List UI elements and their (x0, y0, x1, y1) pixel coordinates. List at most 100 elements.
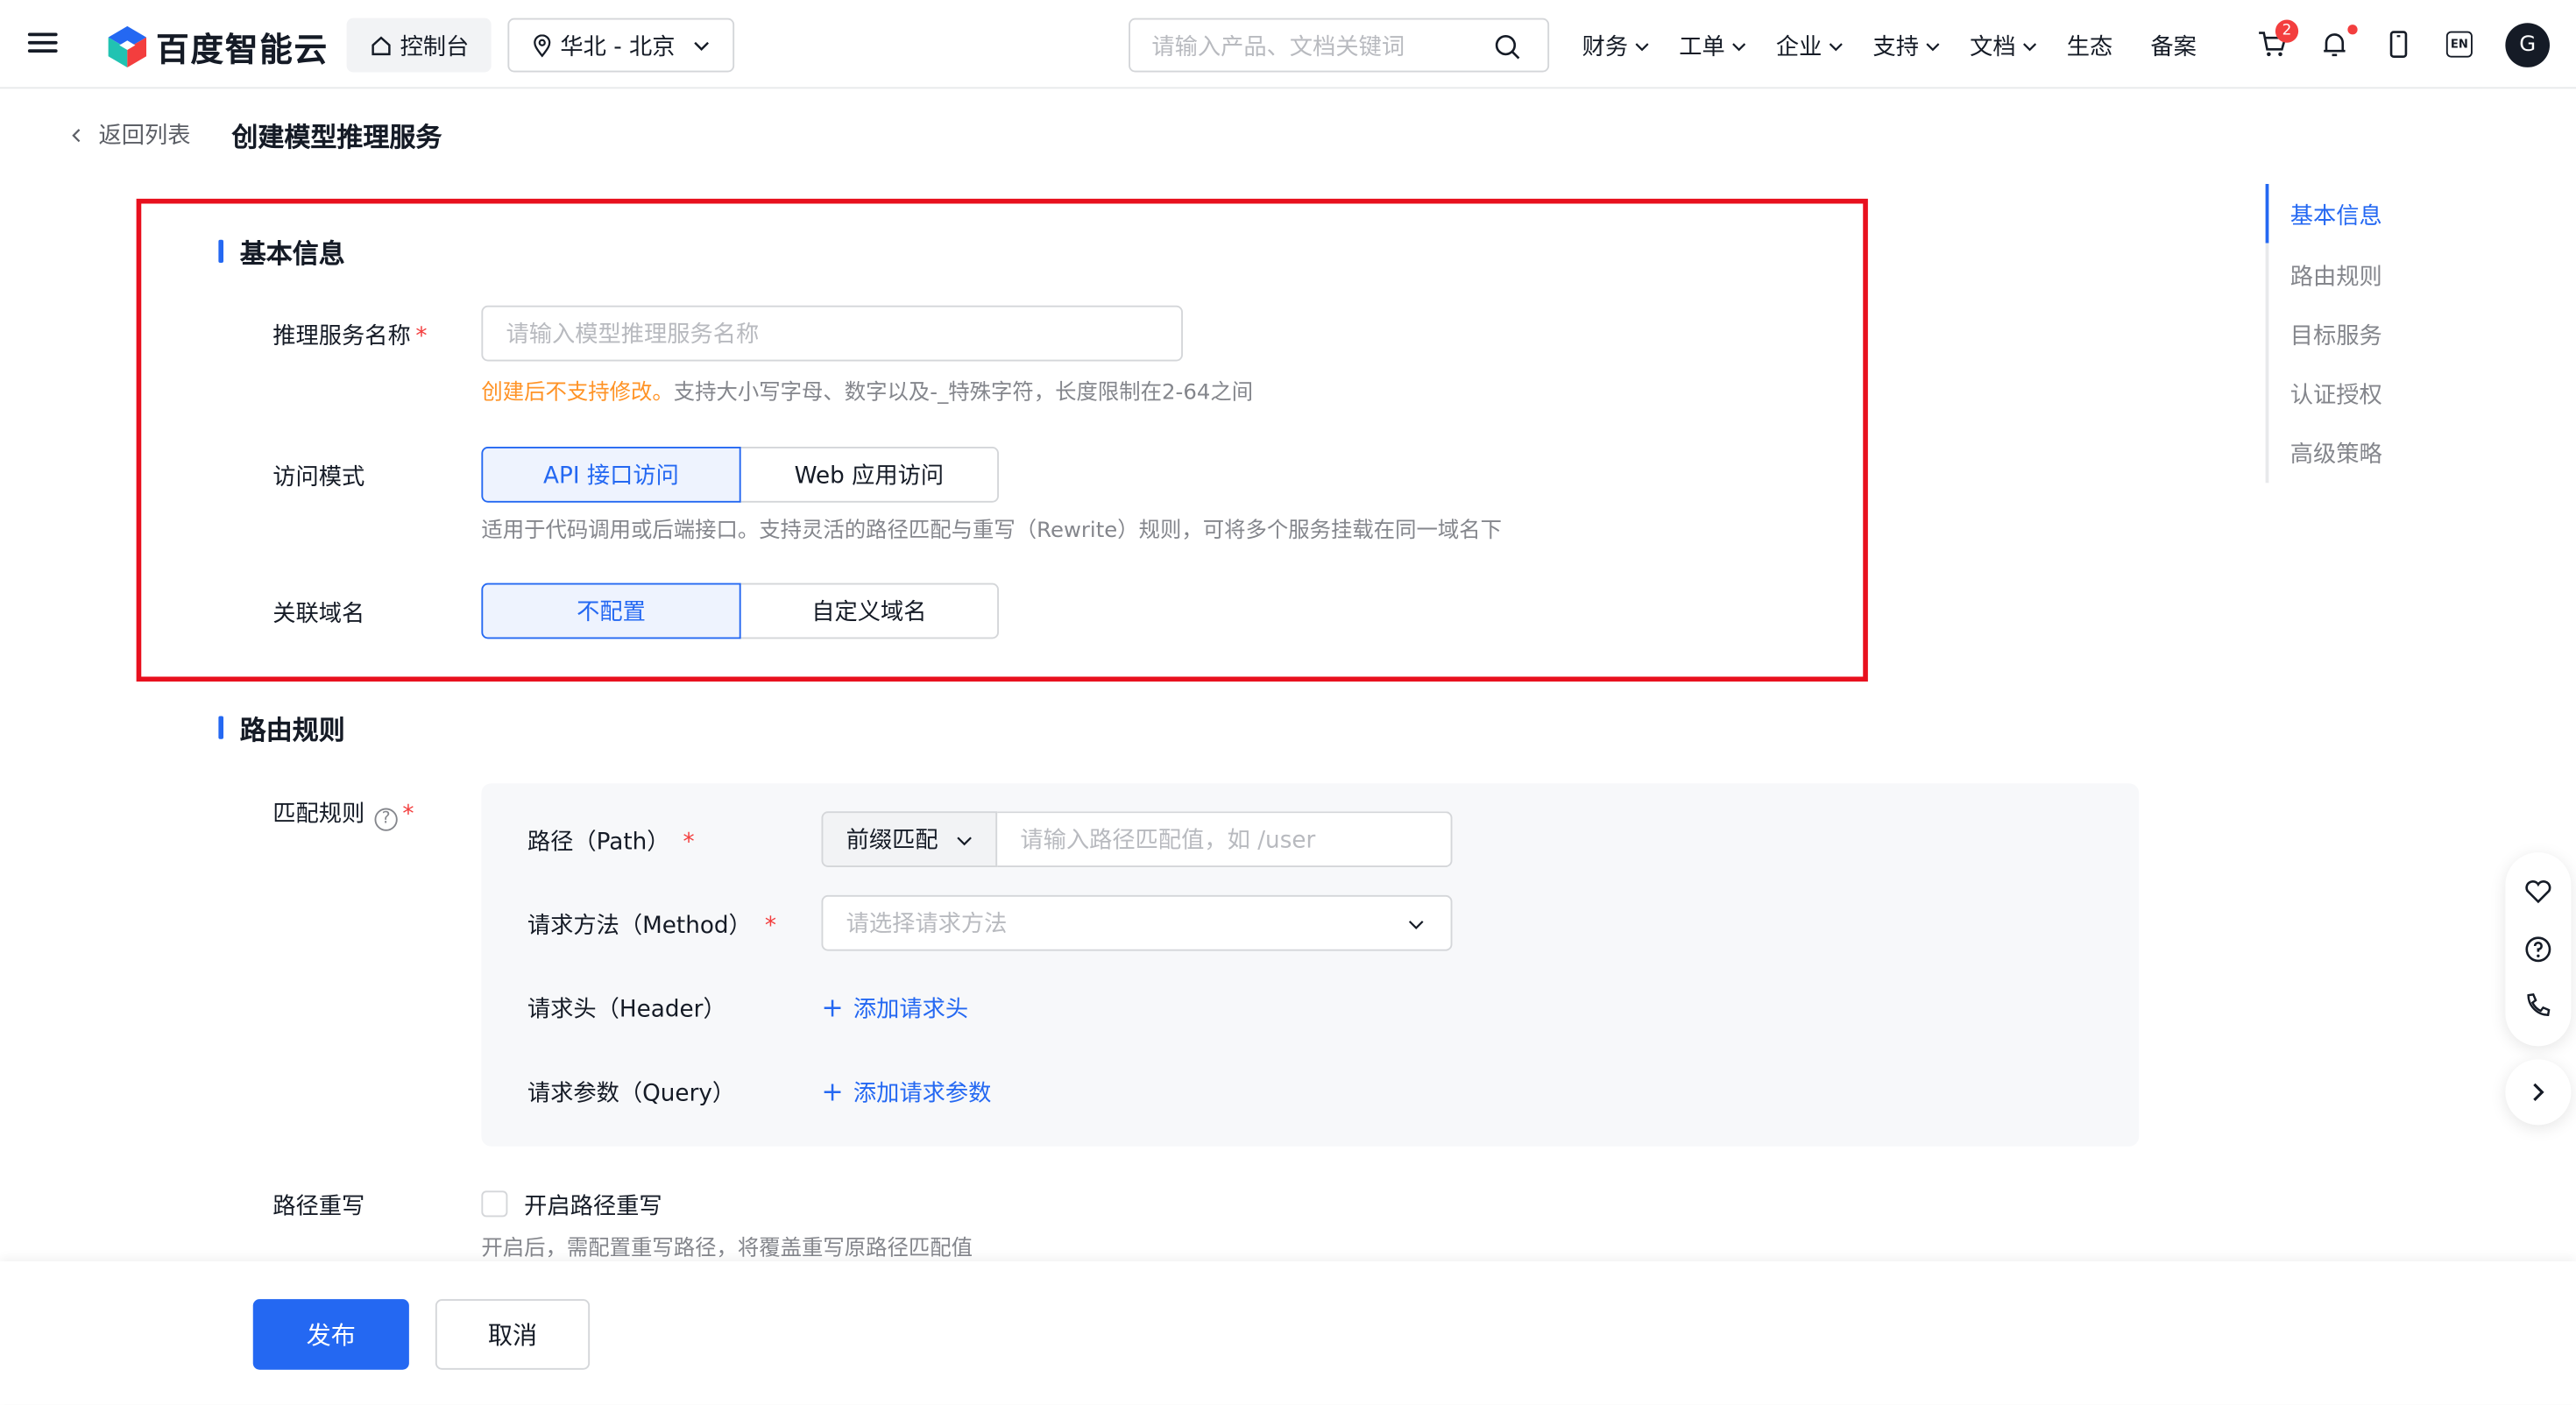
section-bar (218, 239, 223, 263)
nav-label: 财务 (1582, 34, 1629, 61)
cancel-button[interactable]: 取消 (435, 1299, 591, 1370)
section-title-text: 基本信息 (239, 237, 345, 270)
language-switch-icon[interactable]: EN (2445, 31, 2473, 58)
header-label: 请求头（Header） (527, 997, 726, 1024)
access-option-api[interactable]: API 接口访问 (481, 447, 741, 503)
location-pin-icon (534, 33, 551, 57)
expand-float-button[interactable] (2505, 1059, 2572, 1126)
anchor-auth[interactable]: 认证授权 (2290, 378, 2382, 411)
nav-ticket[interactable]: 工单 (1679, 30, 1746, 63)
chevron-down-icon (694, 41, 709, 51)
add-header-button[interactable]: + 添加请求头 (822, 992, 969, 1026)
nav-label: 工单 (1679, 34, 1725, 61)
publish-button[interactable]: 发布 (252, 1299, 409, 1370)
domain-option-none[interactable]: 不配置 (481, 582, 741, 639)
add-query-label: 添加请求参数 (853, 1080, 992, 1107)
access-option-web[interactable]: Web 应用访问 (739, 447, 999, 503)
console-button[interactable]: 控制台 (346, 18, 492, 73)
required-mark: * (415, 323, 428, 350)
add-header-label: 添加请求头 (853, 997, 969, 1024)
match-rule-label: 匹配规则? * (272, 796, 414, 831)
chevron-down-icon (1829, 42, 1843, 51)
path-value-placeholder: 请输入路径匹配值，如 /user (1020, 828, 1316, 854)
method-label: 请求方法（Method） * (527, 908, 776, 942)
highlight-box (136, 198, 1868, 682)
chevron-down-icon (1732, 42, 1746, 51)
service-name-hint: 创建后不支持修改。支持大小写字母、数字以及-_特殊字符，长度限制在2-64之间 (481, 375, 1253, 406)
page-title: 创建模型推理服务 (231, 121, 442, 153)
method-placeholder: 请选择请求方法 (846, 911, 1008, 938)
method-select[interactable]: 请选择请求方法 (821, 894, 1453, 951)
baidu-cloud-logo-icon (108, 25, 147, 67)
search-icon[interactable] (1493, 33, 1521, 61)
nav-support[interactable]: 支持 (1873, 30, 1941, 63)
required-mark: * (402, 801, 414, 828)
hamburger-menu-icon[interactable] (26, 28, 60, 61)
rewrite-label: 路径重写 (272, 1194, 365, 1221)
nav-filing[interactable]: 备案 (2150, 30, 2197, 63)
service-name-hint-text: 支持大小写字母、数字以及-_特殊字符，长度限制在2-64之间 (673, 381, 1254, 406)
floating-toolbar (2505, 852, 2572, 1047)
back-to-list-link[interactable]: 返回列表 (69, 118, 191, 152)
path-label: 路径（Path） * (527, 824, 695, 858)
chevron-down-icon (2023, 42, 2037, 51)
back-label: 返回列表 (98, 123, 191, 150)
chevron-down-icon (1408, 921, 1424, 929)
chevron-left-icon (72, 128, 81, 142)
mobile-icon[interactable] (2384, 30, 2414, 60)
nav-label: 企业 (1775, 34, 1822, 61)
rewrite-checkbox-label[interactable]: 开启路径重写 (524, 1190, 662, 1223)
notification-dot (2347, 25, 2358, 35)
access-mode-hint: 适用于代码调用或后端接口。支持灵活的路径匹配与重写（Rewrite）规则，可将多… (481, 519, 1503, 544)
heart-icon[interactable] (2523, 877, 2553, 907)
path-label-text: 路径（Path） (527, 829, 670, 856)
path-value-input[interactable]: 请输入路径匹配值，如 /user (997, 811, 1453, 867)
path-match-type-value: 前缀匹配 (846, 828, 938, 854)
console-label: 控制台 (400, 33, 470, 60)
service-name-input[interactable]: 请输入模型推理服务名称 (481, 305, 1183, 362)
domain-segmented: 不配置 自定义域名 (481, 582, 999, 639)
method-label-text: 请求方法（Method） (527, 913, 752, 940)
logo-text: 百度智能云 (156, 28, 329, 68)
search-placeholder: 请输入产品、文档关键词 (1151, 33, 1405, 60)
region-select[interactable]: 华北 - 北京 (507, 18, 735, 73)
nav-ecosystem[interactable]: 生态 (2067, 30, 2113, 63)
home-icon (371, 35, 390, 55)
nav-label: 文档 (1970, 34, 2016, 61)
path-match-type-select[interactable]: 前缀匹配 (821, 811, 998, 867)
chevron-right-icon (2533, 1083, 2544, 1101)
rewrite-checkbox[interactable] (481, 1190, 508, 1218)
add-query-button[interactable]: + 添加请求参数 (822, 1076, 992, 1109)
question-icon[interactable]: ? (374, 808, 398, 831)
nav-enterprise[interactable]: 企业 (1776, 30, 1844, 63)
plus-icon: + (821, 992, 844, 1024)
required-mark: * (764, 913, 776, 940)
section-bar (218, 716, 223, 739)
section-title-text: 路由规则 (239, 714, 345, 746)
domain-label: 关联域名 (272, 601, 365, 628)
anchor-routing[interactable]: 路由规则 (2290, 259, 2382, 293)
chevron-down-icon (1926, 42, 1940, 51)
anchor-active-indicator (2265, 184, 2269, 244)
logo[interactable]: 百度智能云 (105, 23, 329, 69)
anchor-advanced[interactable]: 高级策略 (2290, 437, 2382, 470)
path-input-group: 前缀匹配 请输入路径匹配值，如 /user (821, 811, 1453, 867)
domain-option-custom[interactable]: 自定义域名 (739, 582, 999, 639)
global-search-input[interactable]: 请输入产品、文档关键词 (1129, 18, 1550, 73)
anchor-target-service[interactable]: 目标服务 (2290, 319, 2382, 352)
phone-call-icon[interactable] (2523, 991, 2553, 1020)
nav-docs[interactable]: 文档 (1970, 30, 2037, 63)
nav-label: 生态 (2066, 34, 2113, 61)
nav-finance[interactable]: 财务 (1582, 30, 1650, 63)
question-icon[interactable] (2523, 935, 2553, 964)
top-navbar: 百度智能云 控制台 华北 - 北京 请输入产品、文档关键词 财务 工单 企业 支… (0, 0, 2576, 89)
bell-icon[interactable] (2320, 30, 2350, 60)
service-name-placeholder: 请输入模型推理服务名称 (506, 321, 760, 349)
access-mode-segmented: API 接口访问 Web 应用访问 (481, 447, 999, 503)
access-mode-label: 访问模式 (272, 464, 365, 491)
anchor-basic-info[interactable]: 基本信息 (2290, 199, 2382, 232)
nav-label: 支持 (1872, 34, 1920, 61)
user-avatar[interactable]: G (2505, 23, 2550, 67)
query-label: 请求参数（Query） (527, 1080, 736, 1107)
section-title-basic-info: 基本信息 (218, 231, 345, 271)
